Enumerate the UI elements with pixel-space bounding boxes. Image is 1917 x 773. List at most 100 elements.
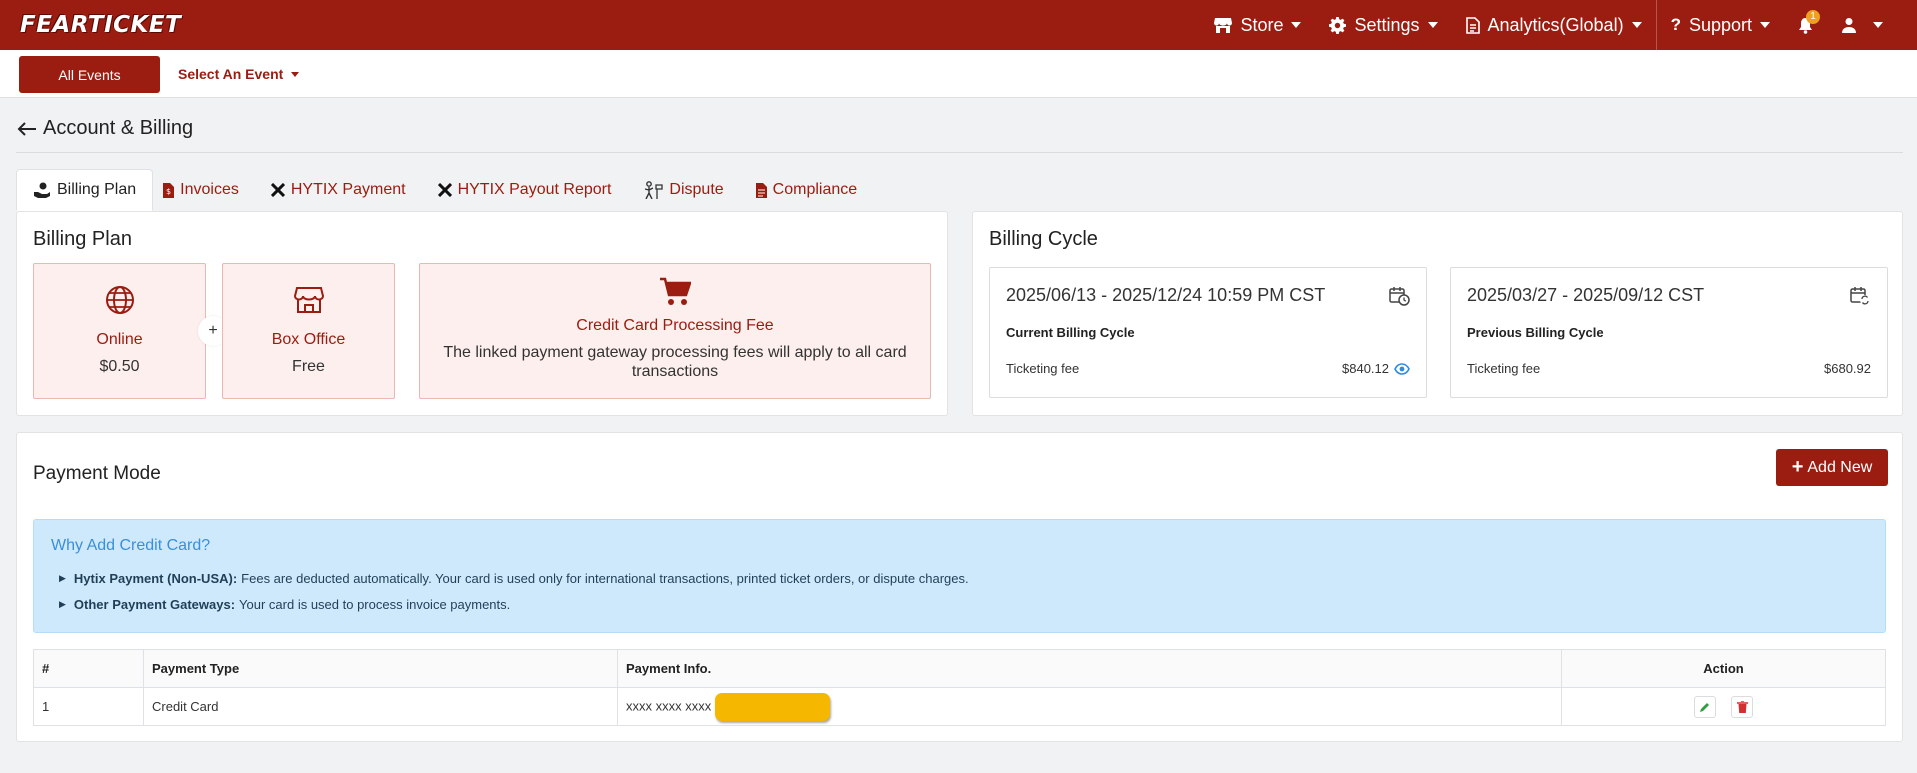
tab-invoices-label: Invoices xyxy=(180,181,239,198)
redacted-card-digits xyxy=(715,692,831,721)
previous-cycle-box: 2025/03/27 - 2025/09/12 CST Previous Bil… xyxy=(1450,267,1888,398)
info-line-hytix-text: Fees are deducted automatically. Your ca… xyxy=(241,571,969,586)
user-icon xyxy=(1841,17,1857,33)
current-cycle-range: 2025/06/13 - 2025/12/24 10:59 PM CST xyxy=(1006,285,1326,305)
current-cycle-box: 2025/06/13 - 2025/12/24 10:59 PM CST Cur… xyxy=(989,267,1427,398)
tab-dispute[interactable]: Dispute xyxy=(627,169,739,211)
storefront-icon xyxy=(223,285,394,315)
card-fee-description: The linked payment gateway processing fe… xyxy=(443,344,907,380)
tab-invoices[interactable]: $ Invoices xyxy=(153,169,255,211)
hytix-x-icon xyxy=(437,183,452,197)
chevron-down-icon xyxy=(1291,22,1302,28)
globe-icon xyxy=(34,285,205,315)
row-payment-type: Credit Card xyxy=(143,687,618,726)
store-icon xyxy=(1214,17,1233,33)
invoice-icon: $ xyxy=(163,182,175,198)
online-plan-box: Online $0.50 xyxy=(33,263,206,399)
tab-hytix-payment-label: HYTIX Payment xyxy=(290,181,406,198)
top-navbar: FEARTICKET Store Settings Analytics(Glob… xyxy=(0,0,1917,50)
hand-money-icon xyxy=(33,182,51,198)
brand-logo[interactable]: FEARTICKET xyxy=(20,12,181,38)
current-fee-value: $840.12 xyxy=(1342,361,1410,376)
all-events-button[interactable]: All Events xyxy=(19,56,160,93)
info-line-hytix-bold: Hytix Payment (Non-USA): xyxy=(73,571,238,586)
row-number: 1 xyxy=(33,687,144,726)
nav-analytics-label: Analytics(Global) xyxy=(1487,14,1624,35)
payment-mode-card: Payment Mode + Add New Why Add Credit Ca… xyxy=(16,432,1903,742)
chevron-down-icon xyxy=(1631,22,1642,28)
table-row: 1 Credit Card xxxx xxxx xxxx xyxy=(33,687,1886,726)
previous-fee-amount: $680.92 xyxy=(1824,361,1871,376)
card-number-masked: xxxx xxxx xxxx xyxy=(626,697,712,713)
plus-icon: + xyxy=(1791,456,1804,478)
tab-compliance[interactable]: Compliance xyxy=(740,169,873,211)
chevron-down-icon xyxy=(1427,22,1438,28)
page-title-text: Account & Billing xyxy=(43,117,194,139)
hytix-x-icon xyxy=(270,183,285,197)
current-cycle-name: Current Billing Cycle xyxy=(1006,325,1135,340)
nav-settings-label: Settings xyxy=(1354,14,1420,35)
nav-analytics[interactable]: Analytics(Global) xyxy=(1452,0,1656,50)
nav-notifications[interactable]: 1 xyxy=(1784,0,1827,50)
divider xyxy=(16,152,1903,153)
info-line-other-text: Your card is used to process invoice pay… xyxy=(239,597,511,612)
tab-billing-plan-label: Billing Plan xyxy=(57,181,137,198)
tab-hytix-payout-report[interactable]: HYTIX Payout Report xyxy=(422,169,628,211)
online-price: $0.50 xyxy=(99,358,140,375)
report-icon xyxy=(1465,16,1480,34)
billing-cycle-card: Billing Cycle 2025/06/13 - 2025/12/24 10… xyxy=(972,211,1903,416)
previous-fee-value: $680.92 xyxy=(1824,361,1871,376)
nav-settings[interactable]: Settings xyxy=(1315,0,1451,50)
triangle-right-icon: ▶ xyxy=(59,573,66,583)
add-new-button[interactable]: + Add New xyxy=(1776,449,1888,486)
billing-plan-title: Billing Plan xyxy=(33,228,132,250)
top-nav: Store Settings Analytics(Global) ? Suppo… xyxy=(1200,0,1897,50)
tab-billing-plan[interactable]: Billing Plan xyxy=(16,169,154,211)
previous-fee-label: Ticketing fee xyxy=(1467,361,1541,376)
tab-dispute-label: Dispute xyxy=(669,181,724,198)
nav-store-label: Store xyxy=(1240,14,1284,35)
select-event-dropdown[interactable]: Select An Event xyxy=(178,66,300,82)
trash-icon xyxy=(1736,700,1748,713)
bell-icon: 1 xyxy=(1798,9,1820,34)
online-label: Online xyxy=(96,331,143,348)
select-event-label: Select An Event xyxy=(178,66,284,82)
nav-support-label: Support xyxy=(1688,14,1752,35)
page-title: Account & Billing xyxy=(17,117,193,140)
question-icon: ? xyxy=(1670,15,1681,34)
svg-text:$: $ xyxy=(166,187,171,196)
billing-cycle-title: Billing Cycle xyxy=(989,228,1098,250)
eye-icon[interactable] xyxy=(1394,362,1410,375)
tab-hytix-payout-report-label: HYTIX Payout Report xyxy=(457,181,612,198)
calendar-clock-icon[interactable] xyxy=(1389,286,1410,306)
nav-user[interactable] xyxy=(1827,0,1897,50)
gear-icon xyxy=(1329,16,1347,34)
tab-compliance-label: Compliance xyxy=(772,181,858,198)
chevron-down-icon xyxy=(1873,22,1883,28)
tab-hytix-payment[interactable]: HYTIX Payment xyxy=(255,169,422,211)
nav-store[interactable]: Store xyxy=(1200,0,1315,50)
nav-support[interactable]: ? Support xyxy=(1657,0,1784,50)
delete-button[interactable] xyxy=(1731,695,1754,718)
info-title: Why Add Credit Card? xyxy=(51,537,211,554)
event-bar: All Events Select An Event xyxy=(0,50,1917,98)
billing-plan-card: Billing Plan Online $0.50 + Box Office F… xyxy=(16,211,948,416)
col-payment-type: Payment Type xyxy=(143,649,618,688)
payment-methods-table: # Payment Type Payment Info. Action 1 Cr… xyxy=(33,649,1886,726)
row-payment-info: xxxx xxxx xxxx xyxy=(617,687,1562,726)
notification-badge: 1 xyxy=(1806,9,1820,24)
calendar-refresh-icon[interactable] xyxy=(1850,286,1871,306)
edit-button[interactable] xyxy=(1693,695,1716,718)
current-fee-amount: $840.12 xyxy=(1342,361,1389,376)
pencil-icon xyxy=(1699,702,1709,712)
document-icon xyxy=(755,182,767,198)
col-number: # xyxy=(33,649,144,688)
back-arrow-icon[interactable] xyxy=(17,121,37,137)
card-fee-label: Credit Card Processing Fee xyxy=(576,317,774,334)
dispute-people-icon xyxy=(643,181,664,199)
info-line-other-bold: Other Payment Gateways: xyxy=(73,597,236,612)
box-office-plan-box: Box Office Free xyxy=(222,263,395,399)
info-line-other: ▶ Other Payment Gateways: Your card is u… xyxy=(59,597,510,612)
info-line-hytix: ▶ Hytix Payment (Non-USA): Fees are dedu… xyxy=(59,571,969,586)
payment-mode-title: Payment Mode xyxy=(33,463,161,484)
